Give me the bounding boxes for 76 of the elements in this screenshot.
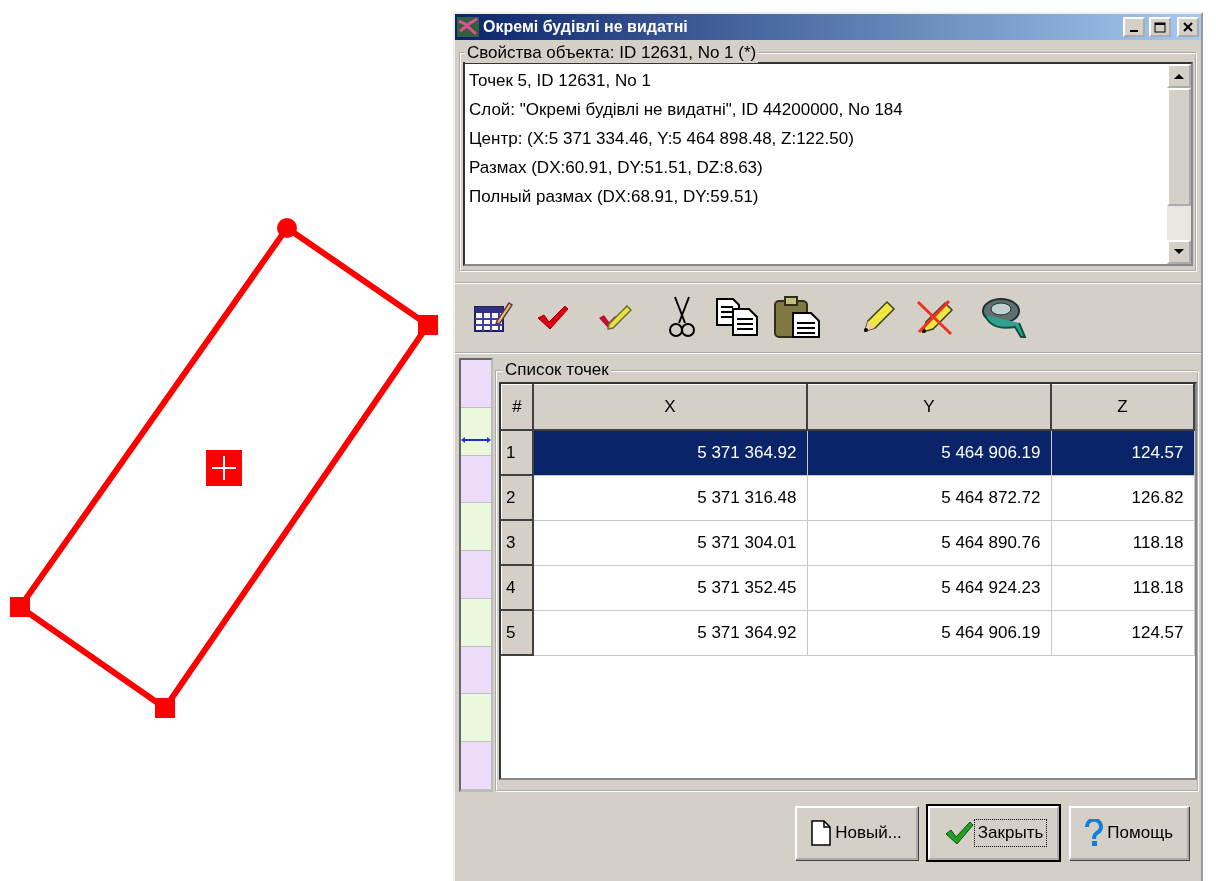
minimize-button[interactable] [1123,17,1145,37]
app-icon [457,17,479,37]
property-line: Точек 5, ID 12631, No 1 [469,70,652,92]
row-number: 5 [506,622,516,642]
close-icon [1183,22,1193,32]
point-row[interactable]: 5 5 371 364.92 5 464 906.19 124.57 [501,610,1194,655]
splitter-segment [461,407,491,456]
center-marker [206,450,242,486]
row-number: 1 [506,442,516,462]
document-icon [811,820,832,846]
row-number: 2 [506,487,516,507]
splitter-segment [461,646,491,695]
help-icon [1085,819,1104,847]
splitter-segment [461,455,491,504]
table-cell: 5 371 364.92 [533,610,807,655]
property-line: Полный размах (DX:68.91, DY:59.51) [469,186,760,208]
down-arrow-icon [1174,249,1184,255]
table-cell: 5 464 906.19 [807,610,1051,655]
splitter-handle[interactable] [461,436,491,444]
table-pencil-icon[interactable] [473,299,513,335]
splitter-segment [461,503,491,552]
table-cell: 126.82 [1051,475,1194,520]
film-reel-icon[interactable] [981,295,1027,339]
table-cell: 5 464 890.76 [807,520,1051,565]
splitter-segment [461,360,491,408]
scrollbar[interactable] [1167,64,1191,264]
group-label: Свойства объекта: ID 12631, No 1 (*) [465,43,759,63]
table-cell: 5 371 316.48 [533,475,807,520]
column-header[interactable]: Y [807,384,1051,430]
row-number: 4 [506,577,516,597]
minimize-icon [1130,29,1138,32]
table-cell: 124.57 [1051,430,1194,475]
new-button[interactable]: Новый... [795,806,918,860]
table-cell: 5 464 906.19 [807,430,1051,475]
row-number: 3 [506,532,516,552]
table-cell: 5 464 924.23 [807,565,1051,610]
table-cell: 118.18 [1051,565,1194,610]
scroll-thumb[interactable] [1167,88,1191,206]
property-line: Центр: (X:5 371 334.46, Y:5 464 898.48, Z:122.50) [469,128,855,150]
splitter-segment [461,742,491,791]
splitter-segment [461,598,491,647]
window-title: Окремі будівлі не видатні [483,18,689,36]
maximize-button[interactable] [1149,17,1171,37]
crossed-pencil-icon[interactable] [915,298,955,336]
help-button[interactable]: Помощь [1069,806,1189,860]
properties-memo[interactable]: Точек 5, ID 12631, No 1 Слой: "Окремі будівлі не видатні", ID 44200000, No 184 Центр: (X:5 371 334.46, Y:5 464 898.48, Z:122.50) Размах (DX:60.91, DY:51.51, DZ:8.63) Полный размах (DX:68.91, DY:59.51) [463,62,1193,266]
point-row[interactable]: 3 5 371 304.01 5 464 890.76 118.18 [501,520,1194,565]
clipboard-icon[interactable] [773,295,821,339]
checkmark-pencil-icon[interactable] [597,302,633,332]
table-cell: 5 464 872.72 [807,475,1051,520]
table-cell: 118.18 [1051,520,1194,565]
point-row[interactable]: 2 5 371 316.48 5 464 872.72 126.82 [501,475,1194,520]
point-row[interactable]: 4 5 371 352.45 5 464 924.23 118.18 [501,565,1194,610]
property-line: Размах (DX:60.91, DY:51.51, DZ:8.63) [469,157,764,179]
column-header[interactable]: X [533,384,807,430]
splitter-segment [461,551,491,599]
table-cell: 5 371 352.45 [533,565,807,610]
pencil-icon[interactable] [861,299,897,335]
splitter-segment [461,694,491,743]
point-row[interactable]: 1 5 371 364.92 5 464 906.19 124.57 [501,430,1194,475]
scroll-down-button[interactable] [1167,240,1191,264]
table-cell: 5 371 304.01 [533,520,807,565]
checkmark-icon [943,820,974,846]
copy-icon[interactable] [715,297,759,337]
column-header[interactable]: # [501,384,533,430]
column-header[interactable]: Z [1051,384,1194,430]
close-button[interactable]: Закрыть [927,806,1060,860]
maximize-icon [1154,21,1166,33]
table-cell: 124.57 [1051,610,1194,655]
scroll-up-button[interactable] [1167,64,1191,88]
up-arrow-icon [1174,73,1184,79]
property-line: Слой: "Окремі будівлі не видатні", ID 44200000, No 184 [469,99,904,121]
table-cell: 5 371 364.92 [533,430,807,475]
splitter-bar[interactable] [459,358,493,792]
scissors-icon[interactable] [667,295,697,339]
close-button[interactable] [1177,17,1199,37]
